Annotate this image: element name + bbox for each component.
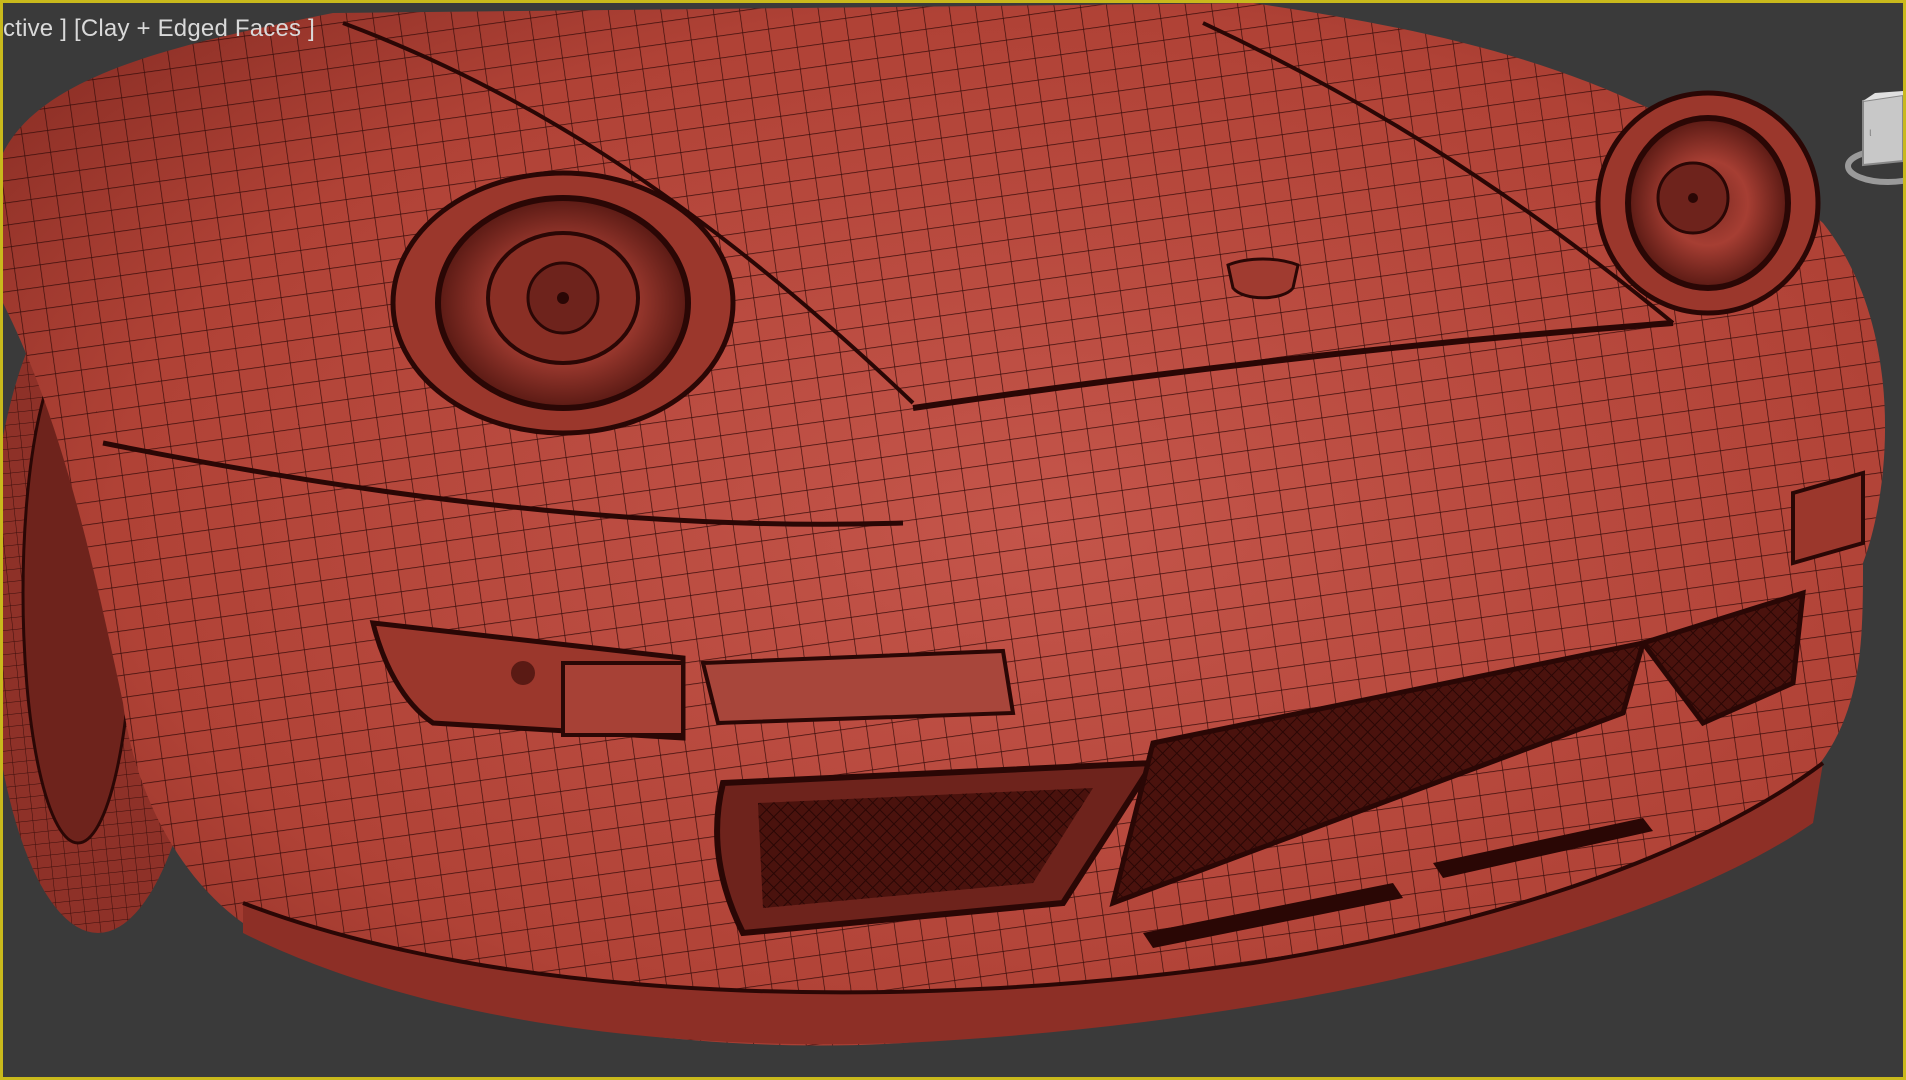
- view-mode-label[interactable]: ctive ]: [3, 15, 67, 42]
- left-headlight: [390, 170, 736, 436]
- center-intake-upper: [700, 648, 1016, 726]
- car-front-model[interactable]: [3, 3, 1906, 1080]
- svg-text:ι: ι: [1869, 125, 1872, 139]
- hood-badge: [1226, 257, 1300, 300]
- perspective-viewport[interactable]: ctive ] [Clay + Edged Faces ] ι: [0, 0, 1906, 1080]
- right-headlight: [1595, 90, 1821, 316]
- viewcube-icon[interactable]: ι: [1833, 91, 1903, 201]
- viewport-label[interactable]: ctive ] [Clay + Edged Faces ]: [3, 15, 315, 43]
- shading-mode-label[interactable]: [Clay + Edged Faces ]: [74, 15, 315, 42]
